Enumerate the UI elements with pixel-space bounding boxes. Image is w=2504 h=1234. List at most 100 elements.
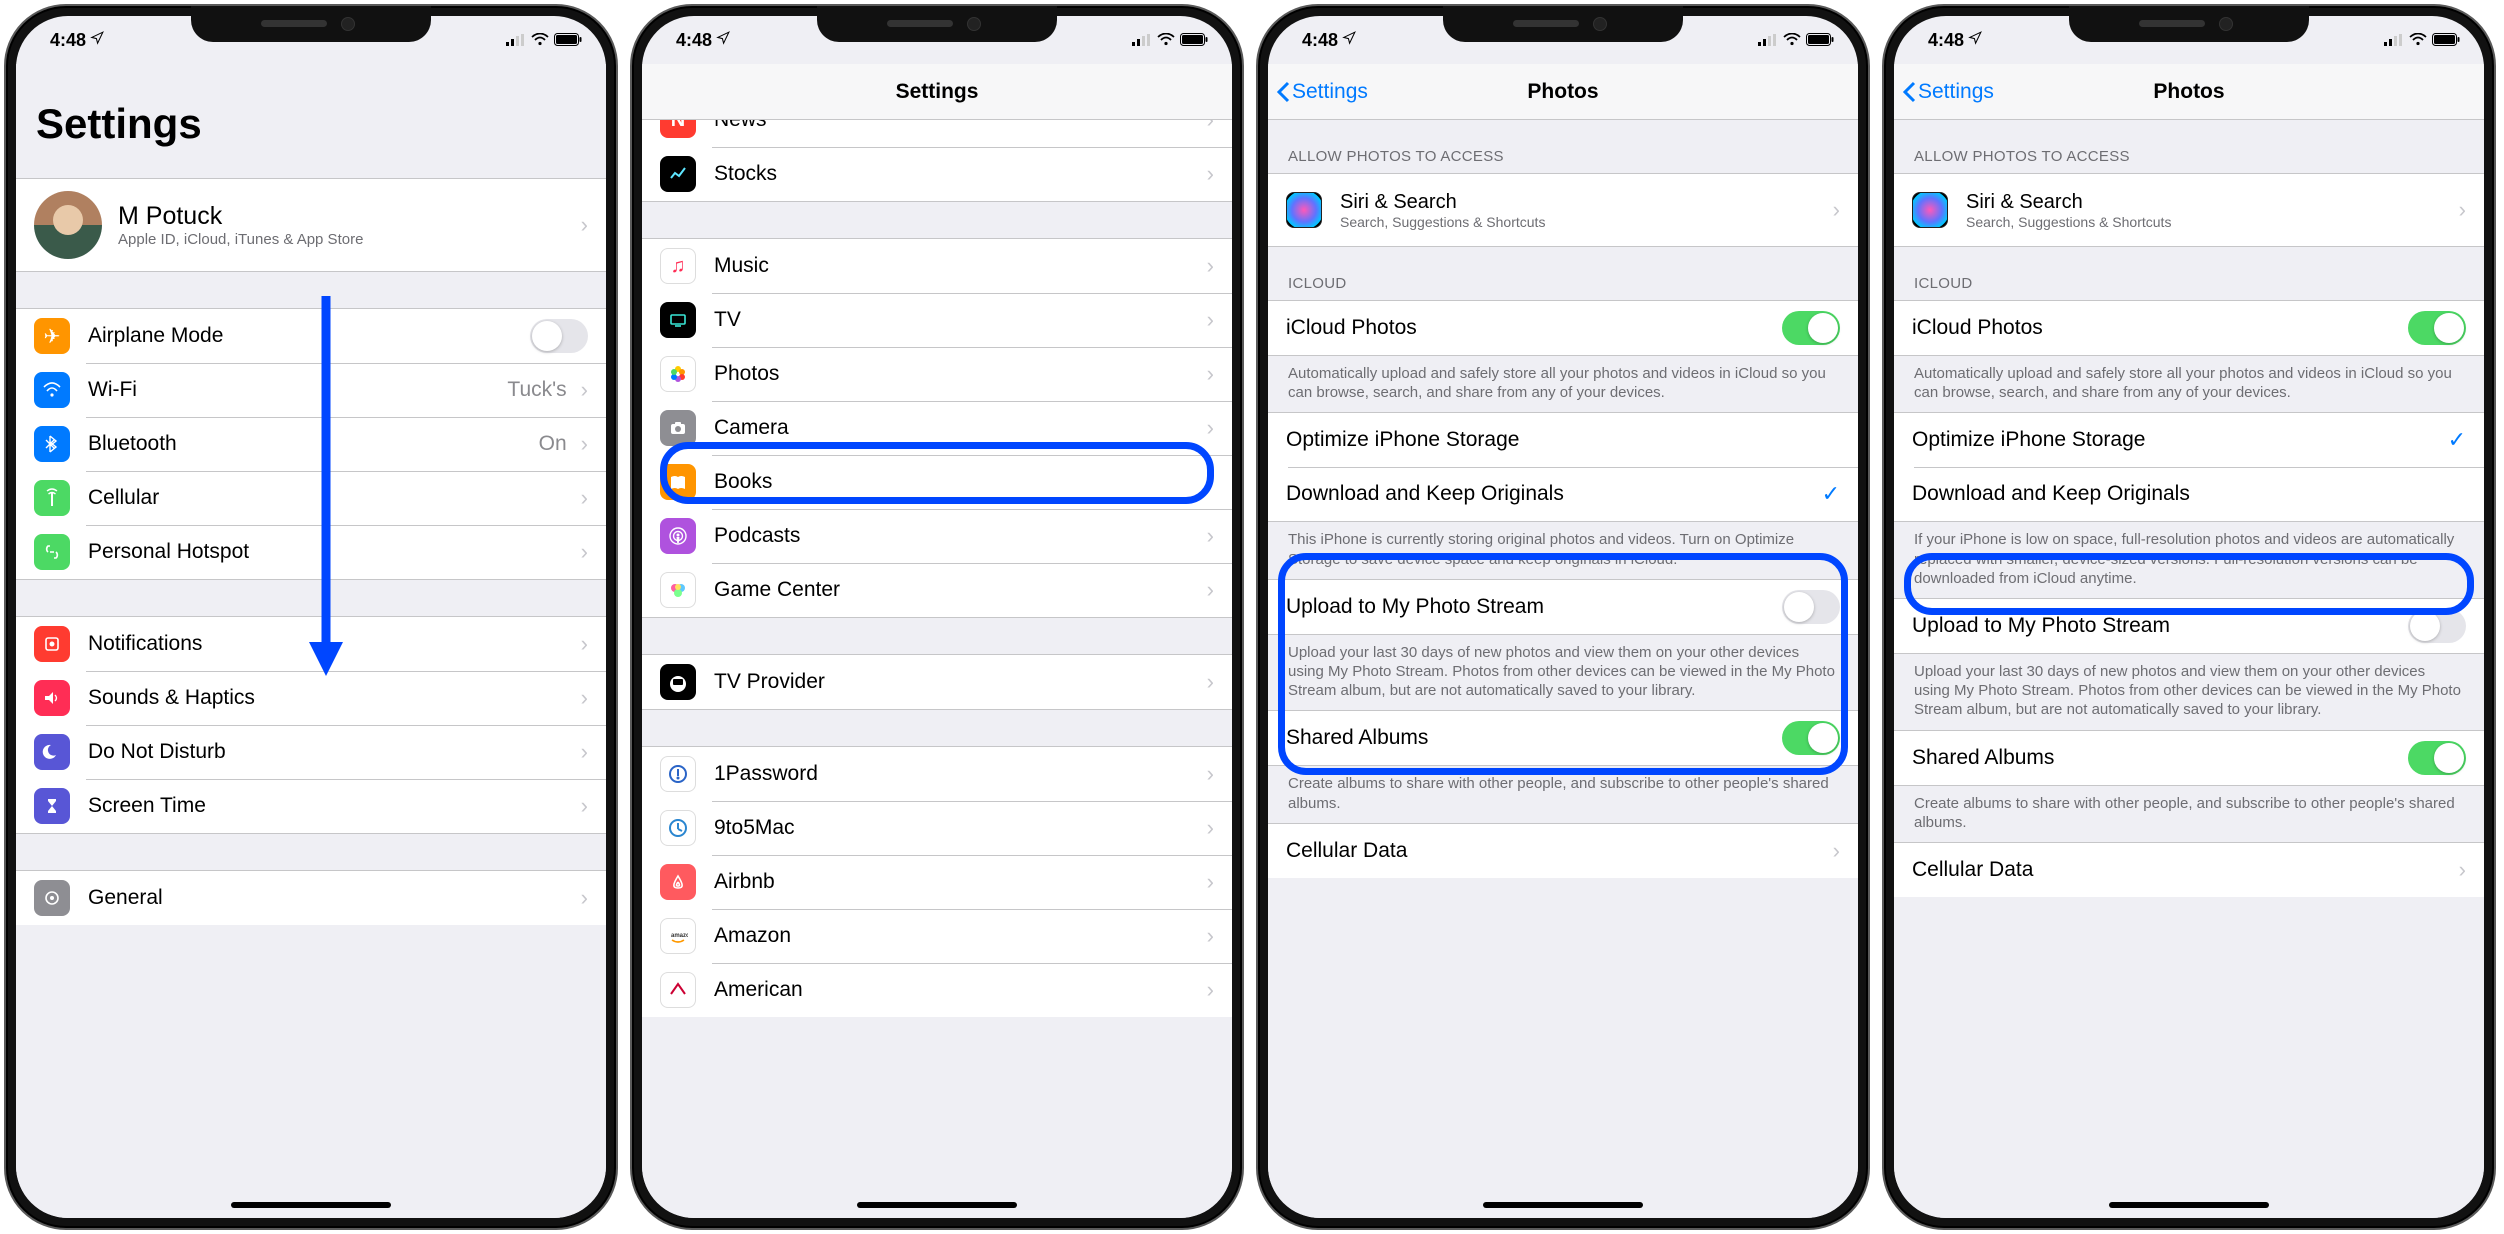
settings-row-general[interactable]: General ›: [16, 871, 606, 925]
settings-row-amazon[interactable]: amazon Amazon ›: [642, 909, 1232, 963]
row-label: 9to5Mac: [714, 816, 1201, 840]
row-label: Camera: [714, 416, 1201, 440]
toggle[interactable]: [2408, 311, 2466, 345]
settings-row-1password[interactable]: 1Password ›: [642, 747, 1232, 801]
row-label: Wi-Fi: [88, 378, 507, 402]
svg-text:amazon: amazon: [671, 933, 688, 939]
moon-icon: [34, 734, 70, 770]
row-label: Upload to My Photo Stream: [1912, 614, 2408, 638]
back-button[interactable]: Settings: [1268, 80, 1368, 104]
siri-icon: [1912, 192, 1948, 228]
ant-icon: [34, 480, 70, 516]
toggle[interactable]: [530, 319, 588, 353]
settings-row-tv[interactable]: TV ›: [642, 293, 1232, 347]
chevron-right-icon: ›: [1207, 120, 1214, 133]
shared-albums-row[interactable]: Shared Albums: [1894, 731, 2484, 785]
siri-search-row[interactable]: Siri & Search Search, Suggestions & Shor…: [1894, 174, 2484, 246]
home-indicator[interactable]: [857, 1202, 1017, 1208]
download-originals-row[interactable]: Download and Keep Originals: [1894, 467, 2484, 521]
download-originals-row[interactable]: Download and Keep Originals ✓: [1268, 467, 1858, 521]
allow-header: ALLOW PHOTOS TO ACCESS: [1894, 120, 2484, 173]
home-indicator[interactable]: [231, 1202, 391, 1208]
signal-icon: [1132, 30, 1152, 51]
1p-icon: [660, 756, 696, 792]
photostream-row[interactable]: Upload to My Photo Stream: [1268, 580, 1858, 634]
wifi-icon: [1157, 30, 1175, 51]
location-icon: [716, 31, 730, 49]
home-indicator[interactable]: [1483, 1202, 1643, 1208]
row-label: Game Center: [714, 578, 1201, 602]
chevron-right-icon: ›: [1207, 869, 1214, 895]
shared-albums-row[interactable]: Shared Albums: [1268, 711, 1858, 765]
toggle[interactable]: [1782, 590, 1840, 624]
notch: [2069, 6, 2309, 42]
chevron-right-icon: ›: [581, 739, 588, 765]
bell-icon: [34, 626, 70, 662]
siri-label: Siri & Search: [1966, 191, 2453, 214]
settings-row-american[interactable]: American ›: [642, 963, 1232, 1017]
row-label: Airbnb: [714, 870, 1201, 894]
chevron-right-icon: ›: [1207, 761, 1214, 787]
photostream-footer: Upload your last 30 days of new photos a…: [1268, 635, 1858, 711]
cellular-data-row[interactable]: Cellular Data ›: [1268, 824, 1858, 878]
chevron-right-icon: ›: [1207, 523, 1214, 549]
cellular-data-row[interactable]: Cellular Data ›: [1894, 843, 2484, 897]
profile-sub: Apple ID, iCloud, iTunes & App Store: [118, 231, 575, 248]
row-label: Stocks: [714, 162, 1201, 186]
row-label: Do Not Disturb: [88, 740, 575, 764]
settings-row-stocks[interactable]: Stocks ›: [642, 147, 1232, 201]
settings-row-photos[interactable]: Photos ›: [642, 347, 1232, 401]
location-icon: [90, 31, 104, 49]
icloud-photos-row[interactable]: iCloud Photos: [1268, 301, 1858, 355]
optimize-storage-row[interactable]: Optimize iPhone Storage: [1268, 413, 1858, 467]
row-label: Download and Keep Originals: [1912, 482, 2466, 506]
home-indicator[interactable]: [2109, 1202, 2269, 1208]
settings-row-9to5mac[interactable]: 9to5Mac ›: [642, 801, 1232, 855]
row-label: American: [714, 978, 1201, 1002]
battery-icon: [1806, 30, 1834, 51]
photostream-row[interactable]: Upload to My Photo Stream: [1894, 599, 2484, 653]
status-time: 4:48: [1302, 30, 1338, 51]
location-icon: [1968, 31, 1982, 49]
toggle[interactable]: [2408, 741, 2466, 775]
row-label: Shared Albums: [1286, 726, 1782, 750]
settings-row-music[interactable]: ♫ Music ›: [642, 239, 1232, 293]
icloud-photos-row[interactable]: iCloud Photos: [1894, 301, 2484, 355]
95-icon: [660, 810, 696, 846]
ab-icon: [660, 864, 696, 900]
bk-icon: [660, 464, 696, 500]
chevron-right-icon: ›: [581, 212, 588, 238]
optimize-storage-row[interactable]: Optimize iPhone Storage ✓: [1894, 413, 2484, 467]
settings-row-news[interactable]: N News ›: [642, 120, 1232, 147]
row-value: Tuck's: [507, 378, 566, 402]
stk-icon: [660, 156, 696, 192]
settings-row-podcasts[interactable]: Podcasts ›: [642, 509, 1232, 563]
signal-icon: [1758, 30, 1778, 51]
profile-row[interactable]: M Potuck Apple ID, iCloud, iTunes & App …: [16, 178, 606, 272]
settings-row-camera[interactable]: Camera ›: [642, 401, 1232, 455]
siri-search-row[interactable]: Siri & Search Search, Suggestions & Shor…: [1268, 174, 1858, 246]
N-icon: N: [660, 120, 696, 138]
settings-row-game-center[interactable]: Game Center ›: [642, 563, 1232, 617]
wifi-icon: [531, 30, 549, 51]
toggle[interactable]: [1782, 311, 1840, 345]
row-label: Download and Keep Originals: [1286, 482, 1822, 506]
photostream-footer: Upload your last 30 days of new photos a…: [1894, 654, 2484, 730]
az-icon: amazon: [660, 918, 696, 954]
settings-row-sounds-haptics[interactable]: Sounds & Haptics ›: [16, 671, 606, 725]
settings-row-do-not-disturb[interactable]: Do Not Disturb ›: [16, 725, 606, 779]
chevron-right-icon: ›: [1833, 197, 1840, 223]
row-label: Optimize iPhone Storage: [1286, 428, 1840, 452]
chevron-right-icon: ›: [1207, 361, 1214, 387]
back-button[interactable]: Settings: [1894, 80, 1994, 104]
settings-row-airbnb[interactable]: Airbnb ›: [642, 855, 1232, 909]
nav-bar: Settings: [642, 64, 1232, 120]
settings-row-screen-time[interactable]: Screen Time ›: [16, 779, 606, 833]
chevron-right-icon: ›: [2459, 857, 2466, 883]
settings-row-tv-provider[interactable]: TV Provider ›: [642, 655, 1232, 709]
settings-row-books[interactable]: Books ›: [642, 455, 1232, 509]
allow-header: ALLOW PHOTOS TO ACCESS: [1268, 120, 1858, 173]
gc-icon: [660, 572, 696, 608]
toggle[interactable]: [1782, 721, 1840, 755]
toggle[interactable]: [2408, 609, 2466, 643]
